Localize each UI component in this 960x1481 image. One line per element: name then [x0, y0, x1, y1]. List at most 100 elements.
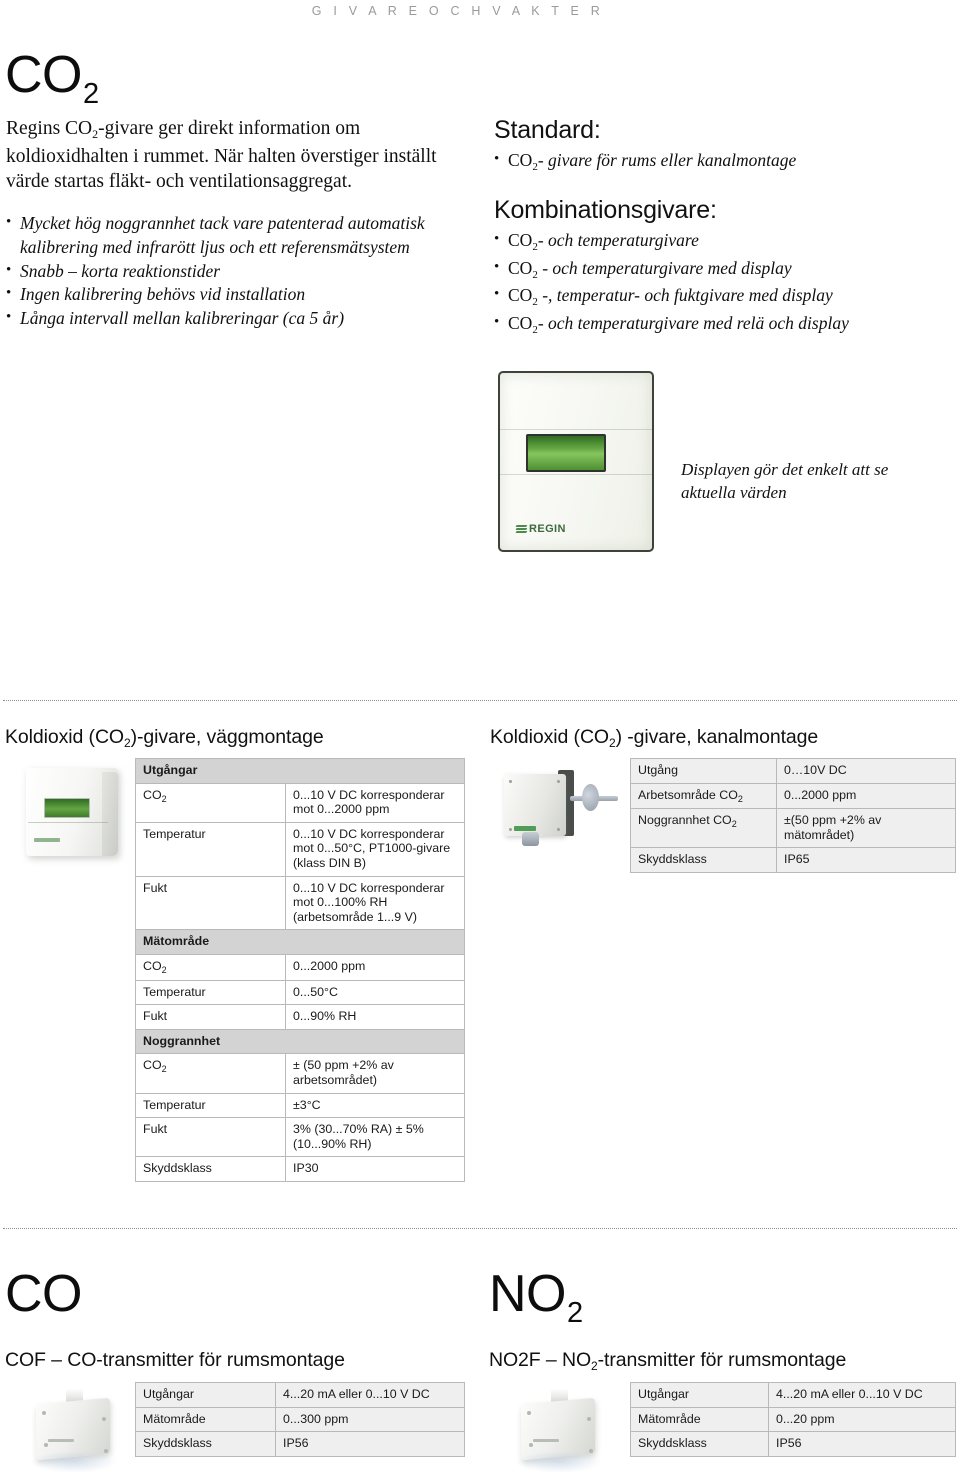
regin-logo: REGIN	[515, 523, 566, 535]
formula-text: CO	[508, 285, 533, 305]
row-key: Temperatur	[135, 1092, 286, 1119]
intro-sub: 2	[92, 127, 99, 141]
row-value: 0…10V DC	[776, 758, 956, 784]
row-value: 0...300 ppm	[275, 1406, 465, 1433]
kombi-item-text: -, temperatur- och fuktgivare med displa…	[537, 285, 833, 305]
standard-heading: Standard:	[494, 116, 601, 144]
row-key-text: CO	[143, 1058, 162, 1073]
row-value: 0...90% RH	[285, 1004, 465, 1030]
screw-icon	[527, 1411, 531, 1415]
page-title-no2-main: NO	[489, 1265, 567, 1323]
row-key: Utgång	[630, 758, 777, 784]
kombi-item-text: - och temperaturgivare med relä och disp…	[537, 312, 849, 333]
group-label: Utgångar	[135, 758, 465, 784]
table-row: Skyddsklass IP56	[135, 1431, 465, 1457]
row-value: 0...10 V DC korresponderar mot 0...50°C,…	[285, 821, 465, 877]
kombi-item-text: - och temperaturgivare med display	[537, 257, 792, 278]
kombi-item: CO2- och temperaturgivare med relä och d…	[494, 310, 944, 339]
row-key: Temperatur	[135, 979, 286, 1006]
cable-gland	[522, 832, 539, 846]
formula-text: CO	[508, 230, 533, 250]
row-key: Fukt	[135, 1004, 286, 1030]
table-group-row: Utgångar	[135, 758, 465, 784]
screw-icon	[587, 1417, 591, 1421]
table-row: Temperatur 0...10 V DC korresponderar mo…	[135, 821, 465, 877]
row-value: ±3°C	[285, 1092, 465, 1119]
no2f-section-heading: NO2F – NO2-transmitter för rumsmontage	[489, 1349, 847, 1373]
regin-logo-text: REGIN	[529, 523, 566, 535]
wall-sensor-photo	[18, 762, 130, 870]
no2f-spec-table: Utgångar 4...20 mA eller 0...10 V DC Mät…	[630, 1382, 956, 1457]
screw-icon	[529, 1443, 533, 1447]
row-key-sub: 2	[161, 793, 167, 804]
feature-item: Snabb – korta reaktionstider	[6, 259, 474, 284]
table-group-row: Mätområde	[135, 929, 465, 955]
no2-transmitter-photo	[505, 1385, 615, 1481]
feature-item: Ingen kalibrering behövs vid installatio…	[6, 282, 474, 307]
duct-spec-table: Utgång 0…10V DC Arbetsområde CO2 0...200…	[630, 758, 956, 873]
table-row: Temperatur 0...50°C	[135, 979, 465, 1006]
row-key-sub: 2	[731, 819, 737, 830]
page-title-co2: CO2	[5, 49, 99, 109]
screw-icon	[509, 828, 512, 831]
row-key: Skyddsklass	[630, 847, 777, 873]
table-row: Fukt 0...10 V DC korresponderar mot 0...…	[135, 875, 465, 931]
wall-heading-after: )-givare, väggmontage	[130, 726, 324, 748]
sensor-edge	[102, 772, 118, 856]
section-divider	[3, 700, 957, 701]
kombinationsgivare-heading: Kombinationsgivare:	[494, 196, 717, 224]
page-title-co: CO	[5, 1268, 83, 1320]
group-label: Noggrannhet	[135, 1028, 465, 1055]
intro-text-part1: Regins CO	[6, 118, 93, 139]
screw-icon	[44, 1443, 48, 1447]
standard-item-text: - givare för rums eller kanalmontage	[537, 150, 797, 170]
table-row: Mätområde 0...20 ppm	[630, 1406, 956, 1433]
sensor-lcd	[44, 798, 90, 818]
row-key: Temperatur	[135, 821, 286, 877]
row-key-sub: 2	[161, 1064, 167, 1075]
sensor-seam	[28, 822, 108, 823]
row-key-sub: 2	[161, 964, 167, 975]
table-row: Mätområde 0...300 ppm	[135, 1406, 465, 1433]
table-row: Fukt 0...90% RH	[135, 1004, 465, 1030]
table-row: Utgångar 4...20 mA eller 0...10 V DC	[135, 1382, 465, 1408]
row-key: Mätområde	[630, 1406, 769, 1433]
row-key-text: Noggrannhet CO	[638, 813, 732, 828]
catalog-page: G I V A R E O C H V A K T E R CO2 Regins…	[0, 0, 960, 1481]
table-row: Skyddsklass IP56	[630, 1431, 956, 1457]
kombi-item-text: - och temperaturgivare	[537, 230, 699, 250]
page-title-co2-main: CO	[5, 46, 83, 104]
formula-text: CO	[508, 150, 533, 170]
duct-sensor-photo	[500, 760, 620, 860]
kombi-item: CO2- och temperaturgivare	[494, 227, 944, 256]
row-key: Noggrannhet CO2	[630, 808, 777, 849]
no2f-heading-after: -transmitter för rumsmontage	[597, 1349, 847, 1371]
screw-icon	[42, 1411, 46, 1415]
formula-text: CO	[508, 257, 533, 278]
sensor-flange	[582, 784, 599, 811]
section-divider	[3, 1228, 957, 1229]
kombi-item-formula: CO2	[508, 313, 538, 336]
standard-item-formula: CO2	[508, 150, 538, 173]
formula-sub: 2	[532, 241, 538, 253]
standard-item: CO2- givare för rums eller kanalmontage	[494, 147, 944, 176]
table-row: Arbetsområde CO2 0...2000 ppm	[630, 782, 956, 810]
sensor-logo-mark	[34, 838, 60, 842]
feature-item: Långa intervall mellan kalibreringar (ca…	[6, 306, 474, 331]
kombi-item: CO2 - och temperaturgivare med display	[494, 255, 944, 284]
table-row: Utgångar 4...20 mA eller 0...10 V DC	[630, 1382, 956, 1408]
table-group-row: Noggrannhet	[135, 1028, 465, 1055]
row-value: ±(50 ppm +2% av mätområdet)	[776, 808, 956, 849]
sensor-label-mark	[48, 1439, 74, 1442]
row-value: 0...10 V DC korresponderar mot 0...2000 …	[285, 782, 465, 823]
cof-spec-table: Utgångar 4...20 mA eller 0...10 V DC Mät…	[135, 1382, 465, 1457]
lcd-display	[526, 434, 606, 472]
wall-section-heading: Koldioxid (CO2)-givare, väggmontage	[5, 726, 324, 750]
row-value: 4...20 mA eller 0...10 V DC	[768, 1382, 956, 1408]
row-key: Skyddsklass	[135, 1156, 286, 1182]
row-key: Arbetsområde CO2	[630, 782, 777, 810]
row-key-text: CO	[143, 787, 162, 802]
duct-heading-before: Koldioxid (CO	[490, 726, 609, 748]
row-key: Utgångar	[630, 1382, 769, 1408]
row-key: Fukt	[135, 875, 286, 931]
